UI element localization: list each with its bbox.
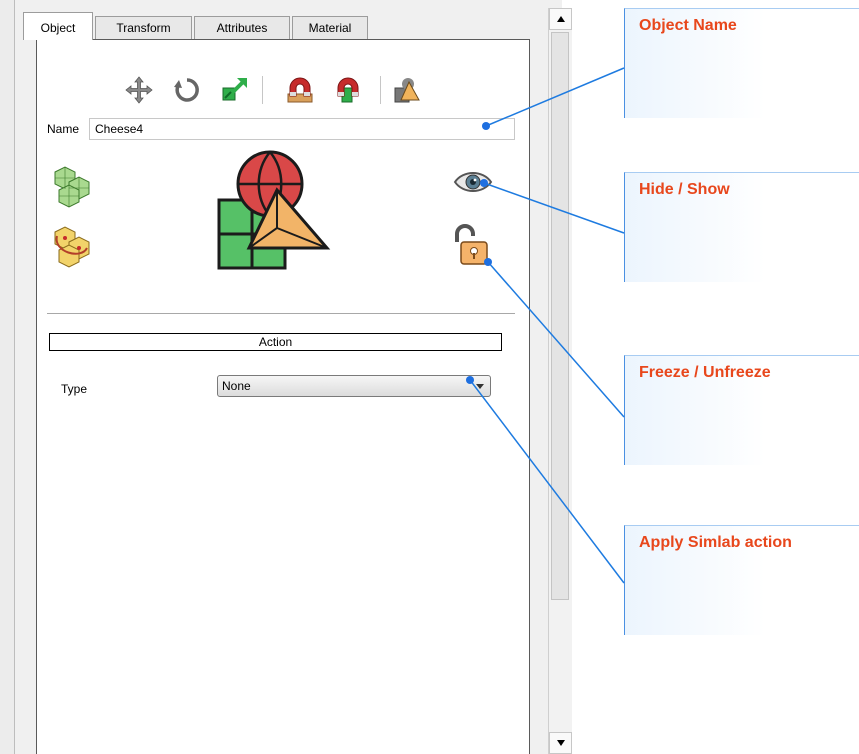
- tab-content: Name Cheese4 Action Type None: [36, 39, 530, 754]
- tab-transform[interactable]: Transform: [95, 16, 192, 39]
- mesh-linked-icon[interactable]: [51, 222, 97, 268]
- section-divider: [47, 313, 515, 314]
- arrow-up-icon: [557, 16, 565, 22]
- unlock-icon[interactable]: [449, 222, 493, 266]
- toolbar-separator: [380, 76, 381, 104]
- action-type-value: None: [222, 379, 251, 393]
- background-strip: [0, 0, 14, 754]
- name-label: Name: [47, 122, 80, 136]
- callout-label: Freeze / Unfreeze: [639, 364, 771, 381]
- toolbar-separator: [262, 76, 263, 104]
- arrow-down-icon: [557, 740, 565, 746]
- callout-hide-show: Hide / Show: [624, 172, 859, 282]
- scale-icon[interactable]: [219, 74, 251, 106]
- tab-material[interactable]: Material: [292, 16, 368, 39]
- pivot-icon[interactable]: [391, 74, 423, 106]
- move-icon[interactable]: [123, 74, 155, 106]
- vertical-scrollbar[interactable]: [548, 8, 572, 754]
- scroll-up-button[interactable]: [549, 8, 572, 30]
- scroll-down-button[interactable]: [549, 732, 572, 754]
- action-section-header: Action: [49, 333, 502, 351]
- callout-freeze-unfreeze: Freeze / Unfreeze: [624, 355, 859, 465]
- object-name-input[interactable]: Cheese4: [89, 118, 515, 140]
- type-label: Type: [61, 382, 88, 396]
- rotate-icon[interactable]: [171, 74, 203, 106]
- callout-label: Apply Simlab action: [639, 534, 792, 551]
- eye-icon[interactable]: [453, 168, 493, 196]
- callout-label: Hide / Show: [639, 181, 730, 198]
- tab-object[interactable]: Object: [23, 12, 93, 40]
- callout-label: Object Name: [639, 17, 737, 34]
- snap-magnet-alt-icon[interactable]: [332, 74, 364, 106]
- object-properties-panel: Object Transform Attributes Material Nam…: [14, 0, 572, 754]
- snap-magnet-icon[interactable]: [284, 74, 316, 106]
- tab-attributes[interactable]: Attributes: [194, 16, 290, 39]
- object-preview-icon: [215, 150, 339, 272]
- chevron-down-icon: [476, 384, 484, 389]
- action-type-dropdown[interactable]: None: [217, 375, 491, 397]
- callout-object-name: Object Name: [624, 8, 859, 118]
- mesh-group-icon[interactable]: [51, 162, 97, 208]
- scrollbar-thumb[interactable]: [551, 32, 569, 600]
- callout-apply-simlab-action: Apply Simlab action: [624, 525, 859, 635]
